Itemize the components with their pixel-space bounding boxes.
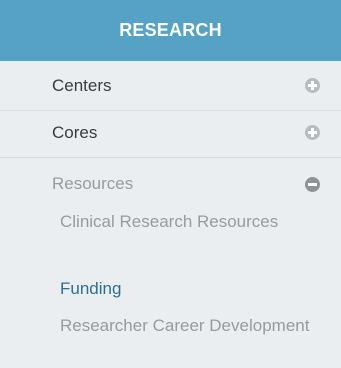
nav-header: RESEARCH	[0, 0, 341, 61]
nav-item-resources[interactable]: Resources	[0, 159, 341, 209]
nav-item-label: Cores	[52, 122, 98, 142]
plus-circle-icon[interactable]	[305, 125, 320, 140]
minus-circle-icon[interactable]	[305, 176, 320, 192]
nav-item-cores[interactable]: Cores	[0, 108, 341, 158]
subnav-item-clinical-research-resources[interactable]: Clinical Research Resources	[60, 208, 320, 235]
nav-header-title: RESEARCH	[119, 20, 222, 40]
nav-item-centers[interactable]: Centers	[0, 61, 341, 111]
nav-item-label: Resources	[52, 174, 134, 193]
subnav-item-funding[interactable]: Funding	[60, 275, 320, 302]
nav-item-label: Centers	[52, 75, 112, 95]
subnav-item-researcher-career-development[interactable]: Researcher Career Development	[60, 312, 320, 339]
research-nav-panel: RESEARCH Centers Cores Resources Clinica…	[0, 0, 341, 368]
plus-circle-icon[interactable]	[305, 78, 320, 93]
